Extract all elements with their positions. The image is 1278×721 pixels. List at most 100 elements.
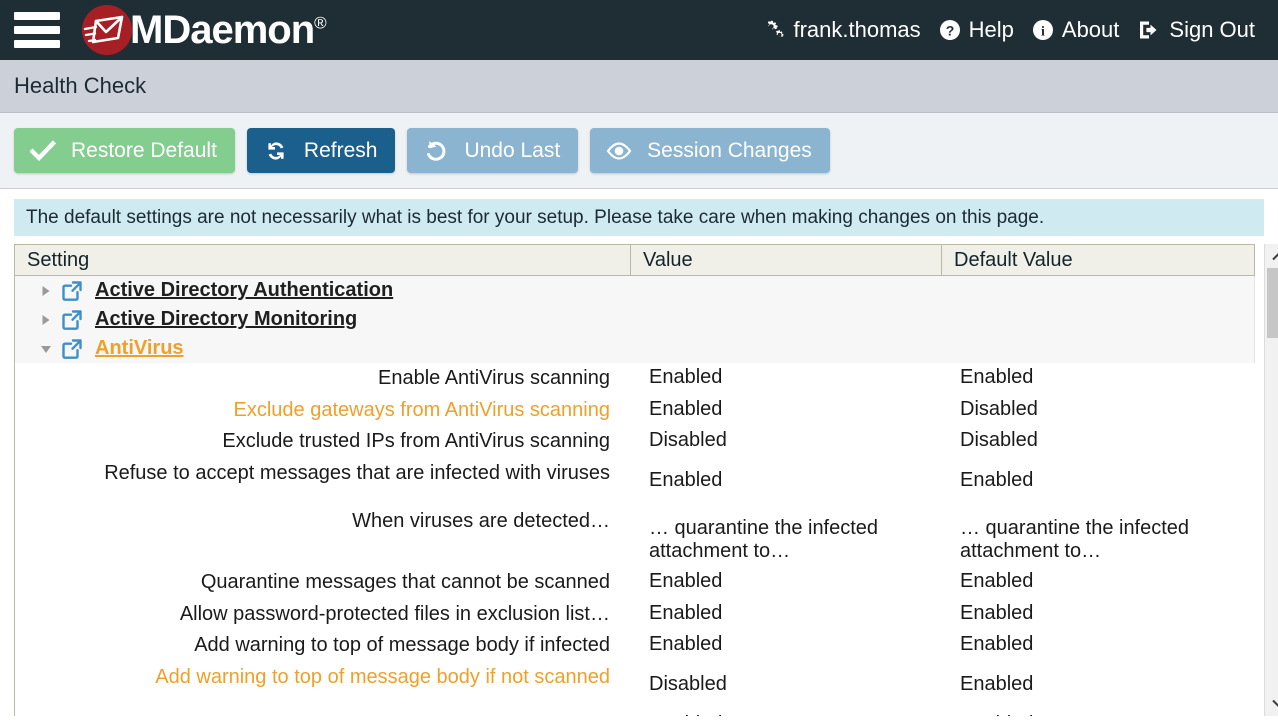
session-changes-label: Session Changes (647, 138, 812, 162)
nav-account-label: frank.thomas (793, 17, 921, 42)
mdaemon-envelope-logo-icon (82, 5, 132, 55)
table-row[interactable]: Quarantine messages that cannot be scann… (15, 566, 1255, 599)
page-title-text: Health Check (14, 73, 147, 98)
app-header: MDaemon® frank.thomas ? Help i About Sig… (0, 0, 1278, 60)
restore-default-label: Restore Default (71, 138, 217, 162)
cell-setting: Quarantine messages that cannot be scann… (200, 570, 610, 593)
cell-default-value: Disabled (960, 429, 1038, 452)
undo-last-button[interactable]: Undo Last (407, 128, 579, 173)
nav-help[interactable]: ? Help (930, 17, 1023, 43)
cell-setting: Use the ClamAV engine to scan messages (15, 710, 631, 716)
hamburger-menu-icon[interactable] (14, 12, 60, 48)
table-row[interactable]: Exclude trusted IPs from AntiVirus scann… (15, 426, 1255, 458)
brand-word: MDaemon (130, 8, 315, 52)
eye-icon (604, 141, 634, 161)
group-row-antivirus[interactable]: AntiVirus (15, 334, 1254, 363)
cell-setting: Enable AntiVirus scanning (377, 367, 610, 389)
scroll-thumb[interactable] (1267, 268, 1278, 338)
cell-value: Enabled (649, 569, 723, 592)
info-banner-text: The default settings are not necessarily… (26, 206, 1045, 228)
cell-default-value: Enabled (960, 633, 1034, 656)
info-circle-icon: i (1032, 19, 1054, 41)
nav-account-frank-thomas[interactable]: frank.thomas (752, 17, 929, 43)
header-nav: frank.thomas ? Help i About Sign Out (752, 0, 1264, 60)
group-label[interactable]: Active Directory Monitoring (95, 308, 357, 331)
cell-value: Enabled (649, 366, 723, 388)
external-link-icon[interactable] (61, 338, 95, 360)
cell-default-value: Enabled (960, 601, 1034, 624)
cell-setting: Exclude gateways from AntiVirus scanning (233, 398, 611, 421)
table-row[interactable]: Allow password-protected files in exclus… (15, 598, 1255, 631)
table-row[interactable]: Refuse to accept messages that are infec… (15, 457, 1255, 506)
scroll-down-arrow-icon[interactable] (1265, 692, 1278, 714)
nav-sign-out[interactable]: Sign Out (1128, 17, 1264, 43)
cell-default-value: Disabled (960, 397, 1038, 420)
registered-mark: ® (314, 13, 326, 33)
cell-default-value: Enabled (942, 710, 1253, 716)
column-header-value[interactable]: Value (631, 245, 942, 275)
nav-about-label: About (1061, 17, 1120, 42)
page-title: Health Check (0, 60, 1278, 113)
table-row[interactable]: Use the ClamAV engine to scan messages E… (15, 709, 1255, 716)
cell-value: Enabled (649, 468, 723, 491)
external-link-icon[interactable] (61, 280, 95, 302)
group-row-active-directory-authentication[interactable]: Active Directory Authentication (15, 276, 1254, 305)
nav-help-label: Help (968, 17, 1014, 42)
undo-last-label: Undo Last (464, 138, 561, 162)
group-row-active-directory-monitoring[interactable]: Active Directory Monitoring (15, 305, 1254, 334)
cell-setting: Refuse to accept messages that are infec… (104, 461, 610, 484)
cell-value: Enabled (649, 601, 723, 624)
cell-value: Disabled (649, 672, 727, 695)
brand-name: MDaemon® (130, 8, 327, 52)
cell-value: Enabled (649, 397, 723, 420)
cell-value: Enabled (631, 710, 942, 716)
chevron-right-icon[interactable] (39, 313, 61, 327)
refresh-icon (261, 139, 291, 163)
hamburger-bar (14, 12, 60, 20)
sign-out-icon (1137, 19, 1161, 41)
cell-setting: When viruses are detected… (352, 509, 610, 532)
cell-setting: Add warning to top of message body if no… (155, 665, 610, 688)
nav-sign-out-label: Sign Out (1169, 17, 1255, 42)
cell-default-value: Enabled (960, 569, 1034, 592)
table-row[interactable]: Exclude gateways from AntiVirus scanning… (15, 394, 1255, 427)
vertical-scrollbar[interactable] (1264, 244, 1278, 716)
table-row[interactable]: Add warning to top of message body if in… (15, 630, 1255, 662)
group-rows: Active Directory Authentication Active D… (15, 276, 1255, 363)
table-row[interactable]: Enable AntiVirus scanning Enabled Enable… (15, 363, 1255, 395)
chevron-down-icon[interactable] (39, 342, 61, 356)
restore-default-button[interactable]: Restore Default (14, 128, 235, 173)
scroll-up-arrow-icon[interactable] (1265, 246, 1278, 268)
external-link-icon[interactable] (61, 309, 95, 331)
column-header-default-value[interactable]: Default Value (942, 245, 1253, 275)
info-banner: The default settings are not necessarily… (14, 199, 1264, 236)
cell-default-value: Enabled (960, 672, 1034, 695)
refresh-button[interactable]: Refresh (246, 128, 396, 173)
session-changes-button[interactable]: Session Changes (590, 128, 830, 173)
cell-default-value: Enabled (960, 468, 1034, 491)
table-body: Active Directory Authentication Active D… (15, 276, 1255, 716)
brand-logo[interactable]: MDaemon® (82, 5, 327, 55)
group-label[interactable]: AntiVirus (95, 337, 184, 360)
banner-container: The default settings are not necessarily… (0, 189, 1278, 236)
group-label[interactable]: Active Directory Authentication (95, 279, 393, 302)
cell-setting: Add warning to top of message body if in… (194, 634, 610, 657)
table-row[interactable]: When viruses are detected… … quarantine … (15, 505, 1255, 567)
question-circle-icon: ? (939, 19, 961, 41)
hamburger-bar (14, 40, 60, 48)
settings-table: Setting Value Default Value Active Direc… (14, 244, 1278, 716)
cell-value: Enabled (649, 633, 723, 656)
cell-default-value: Enabled (960, 366, 1034, 388)
refresh-label: Refresh (303, 138, 378, 162)
cell-default-value: … quarantine the infected attachment to… (960, 516, 1190, 563)
cell-value: … quarantine the infected attachment to… (649, 516, 879, 563)
svg-text:i: i (1041, 25, 1045, 40)
nav-about[interactable]: i About (1023, 17, 1129, 43)
table-row[interactable]: Add warning to top of message body if no… (15, 661, 1255, 710)
column-header-setting[interactable]: Setting (15, 245, 631, 275)
cell-setting: Allow password-protected files in exclus… (179, 602, 610, 625)
cell-value: Disabled (649, 429, 727, 452)
action-toolbar: Restore Default Refresh Undo Last Sessio… (0, 113, 1278, 189)
chevron-right-icon[interactable] (39, 284, 61, 298)
table-header-row: Setting Value Default Value (15, 244, 1255, 276)
